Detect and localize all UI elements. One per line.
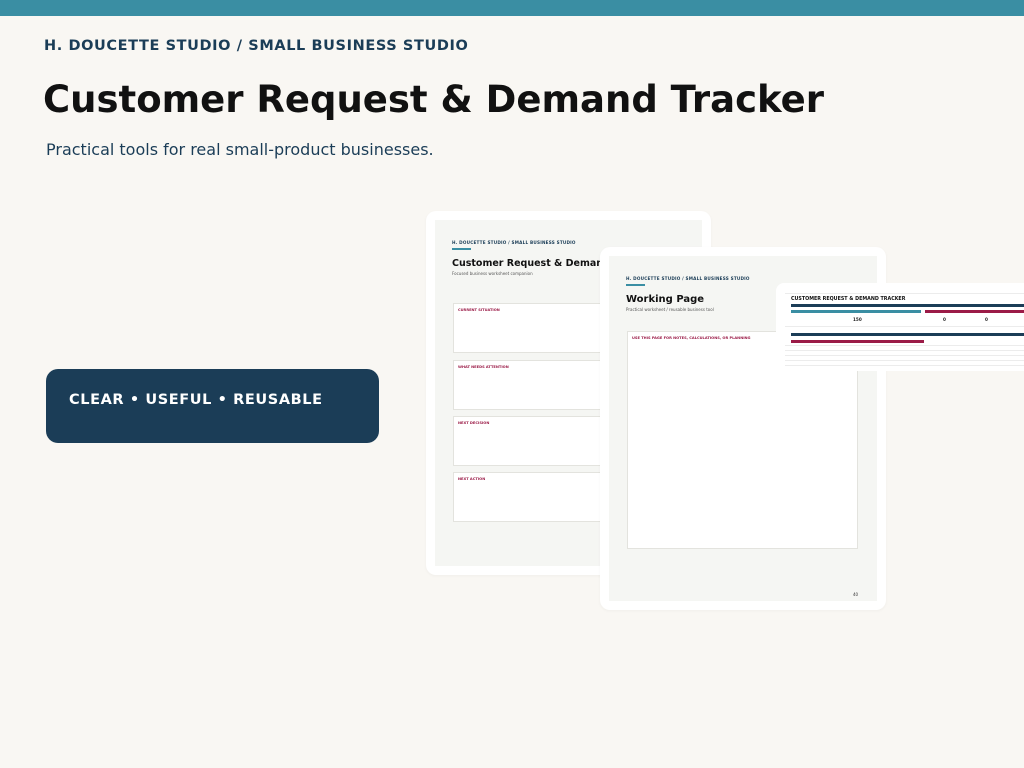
grid-line [785, 326, 1024, 327]
feature-badge-text: CLEAR • USEFUL • REUSABLE [69, 392, 323, 408]
studio-brand: H. DOUCETTE STUDIO / SMALL BUSINESS STUD… [44, 38, 469, 54]
header-band-red [925, 310, 1024, 313]
preview-subtitle: Focused business worksheet companion [452, 271, 533, 276]
section-band-navy [791, 333, 1024, 336]
top-accent-bar [0, 0, 1024, 16]
grid-line [785, 365, 1024, 366]
page-title: Customer Request & Demand Tracker [43, 78, 824, 121]
preview-brand: H. DOUCETTE STUDIO / SMALL BUSINESS STUD… [626, 276, 750, 281]
header-band-navy [791, 304, 1024, 307]
section-label: CURRENT SITUATION [458, 308, 500, 312]
page-number: 40 [853, 592, 859, 597]
section-label: NEXT DECISION [458, 421, 490, 425]
metric-value: 0 [985, 317, 988, 322]
sheet-title: CUSTOMER REQUEST & DEMAND TRACKER [791, 297, 906, 302]
grid-line [785, 345, 1024, 346]
feature-badge: CLEAR • USEFUL • REUSABLE [46, 369, 379, 443]
metric-value: 150 [853, 317, 862, 322]
section-label: NEXT ACTION [458, 477, 486, 481]
preview-accent-line [626, 284, 645, 286]
grid-line [785, 350, 1024, 351]
grid-line [785, 355, 1024, 356]
spreadsheet-grid: CUSTOMER REQUEST & DEMAND TRACKER 150 0 … [785, 292, 1024, 366]
notes-box-label: USE THIS PAGE FOR NOTES, CALCULATIONS, O… [632, 336, 751, 340]
preview-subtitle: Practical worksheet / reusable business … [626, 307, 714, 312]
preview-title: Working Page [626, 294, 705, 305]
preview-title: Customer Request & Demand T [452, 258, 620, 269]
section-band-red [791, 340, 924, 343]
metric-value: 0 [943, 317, 946, 322]
grid-line [785, 293, 1024, 294]
header-band-teal [791, 310, 921, 313]
section-label: WHAT NEEDS ATTENTION [458, 365, 509, 369]
grid-line [785, 360, 1024, 361]
preview-brand: H. DOUCETTE STUDIO / SMALL BUSINESS STUD… [452, 240, 576, 245]
spreadsheet-preview-card: CUSTOMER REQUEST & DEMAND TRACKER 150 0 … [776, 283, 1024, 371]
preview-accent-line [452, 248, 471, 250]
page-subtitle: Practical tools for real small-product b… [46, 140, 434, 159]
